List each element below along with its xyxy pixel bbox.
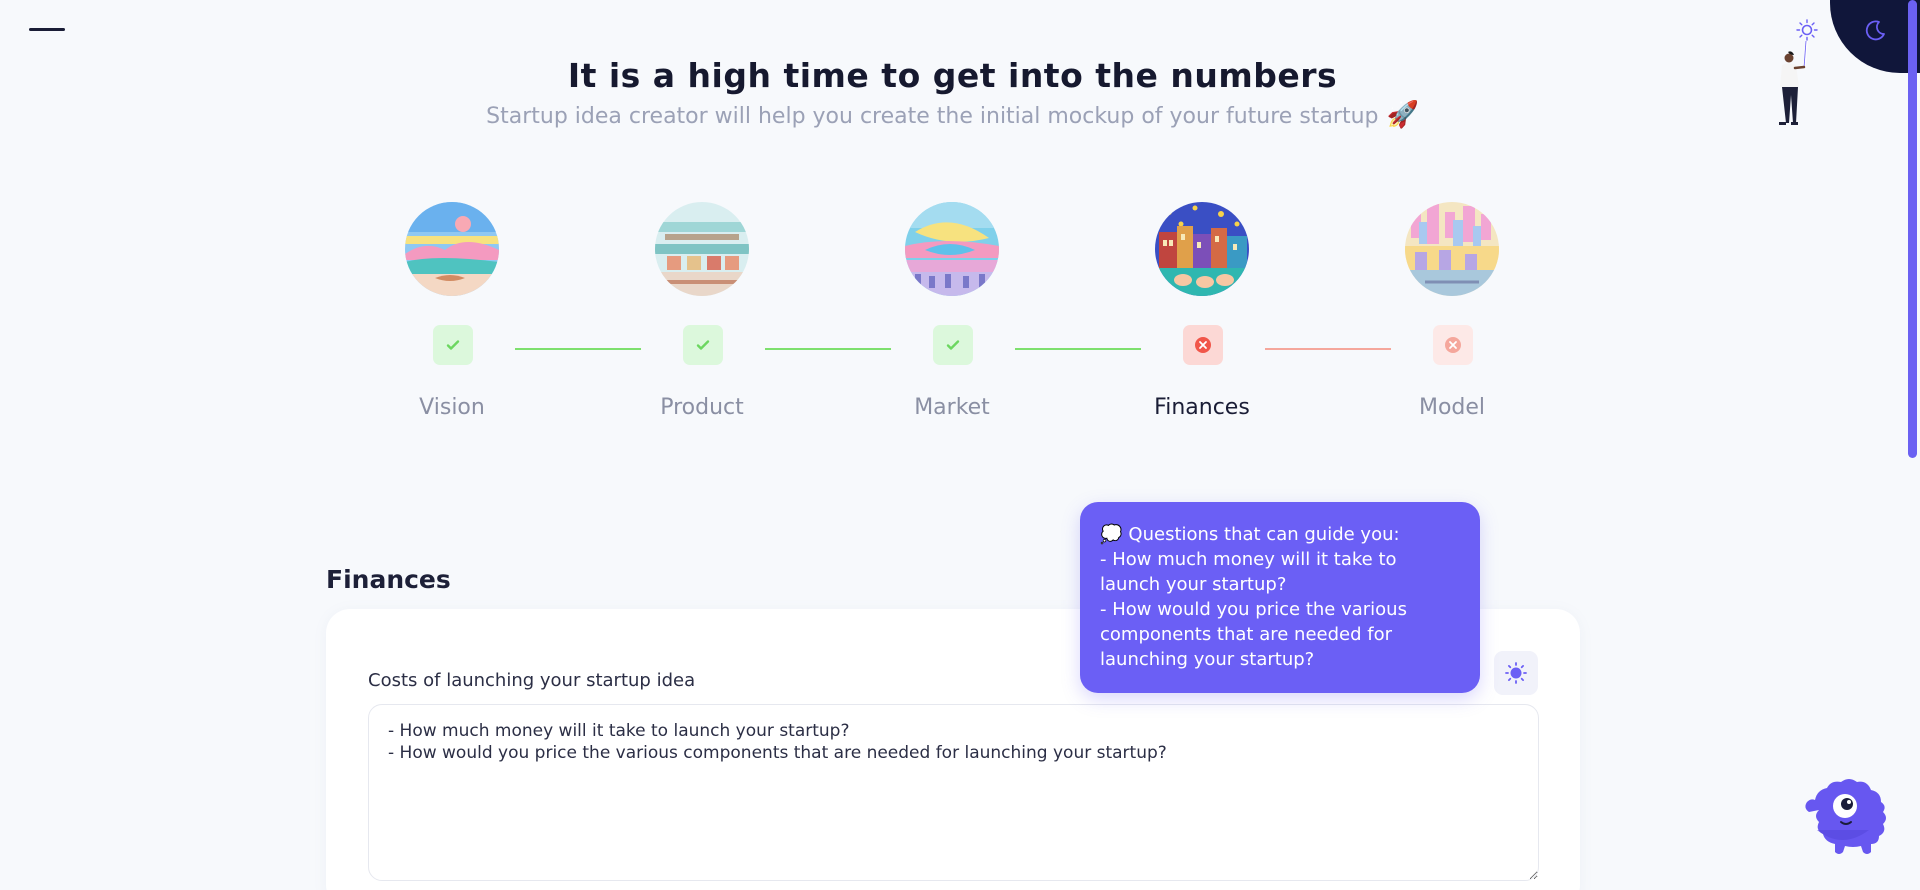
x-circle-icon [1445, 337, 1461, 353]
thought-bubble-icon: 💭 [1100, 524, 1123, 545]
subtitle-text: Startup idea creator will help you creat… [486, 104, 1379, 129]
guide-questions-tooltip: 💭 Questions that can guide you: - How muc… [1080, 502, 1480, 693]
hamburger-menu-icon[interactable] [29, 28, 65, 31]
page-title: It is a high time to get into the number… [567, 56, 1338, 95]
market-status-badge [933, 325, 973, 365]
finances-status-badge [1183, 325, 1223, 365]
step-connector [765, 348, 891, 350]
step-label-product[interactable]: Product [612, 395, 792, 420]
page-subtitle: Startup idea creator will help you creat… [0, 100, 1905, 130]
section-title: Finances [326, 565, 451, 594]
step-label-model[interactable]: Model [1362, 395, 1542, 420]
rocket-icon: 🚀 [1386, 100, 1419, 130]
step-label-market[interactable]: Market [862, 395, 1042, 420]
model-status-badge [1433, 325, 1473, 365]
market-illustration[interactable] [905, 202, 999, 296]
tooltip-heading: 💭 Questions that can guide you: [1100, 522, 1462, 547]
finances-illustration[interactable] [1155, 202, 1249, 296]
vision-illustration[interactable] [405, 202, 499, 296]
x-circle-icon [1195, 337, 1211, 353]
moon-icon[interactable] [1862, 16, 1890, 44]
tooltip-heading-text: Questions that can guide you: [1128, 524, 1400, 545]
check-icon [446, 340, 460, 350]
product-illustration[interactable] [655, 202, 749, 296]
lightbulb-icon [1505, 662, 1527, 684]
vision-status-badge [433, 325, 473, 365]
vertical-scrollbar[interactable] [1908, 0, 1917, 458]
check-icon [696, 340, 710, 350]
step-connector [515, 348, 641, 350]
costs-textarea[interactable] [368, 704, 1539, 881]
monster-mascot-icon[interactable] [1795, 772, 1890, 872]
step-label-vision[interactable]: Vision [362, 395, 542, 420]
step-label-finances[interactable]: Finances [1112, 395, 1292, 420]
step-connector [1015, 348, 1141, 350]
tooltip-question: - How much money will it take to launch … [1100, 549, 1397, 595]
hint-button[interactable] [1494, 651, 1538, 695]
check-icon [946, 340, 960, 350]
model-illustration[interactable] [1405, 202, 1499, 296]
tooltip-question: - How would you price the various compon… [1100, 599, 1407, 670]
step-connector [1265, 348, 1391, 350]
product-status-badge [683, 325, 723, 365]
sun-icon[interactable] [1796, 19, 1818, 41]
costs-field-label: Costs of launching your startup idea [368, 670, 696, 691]
